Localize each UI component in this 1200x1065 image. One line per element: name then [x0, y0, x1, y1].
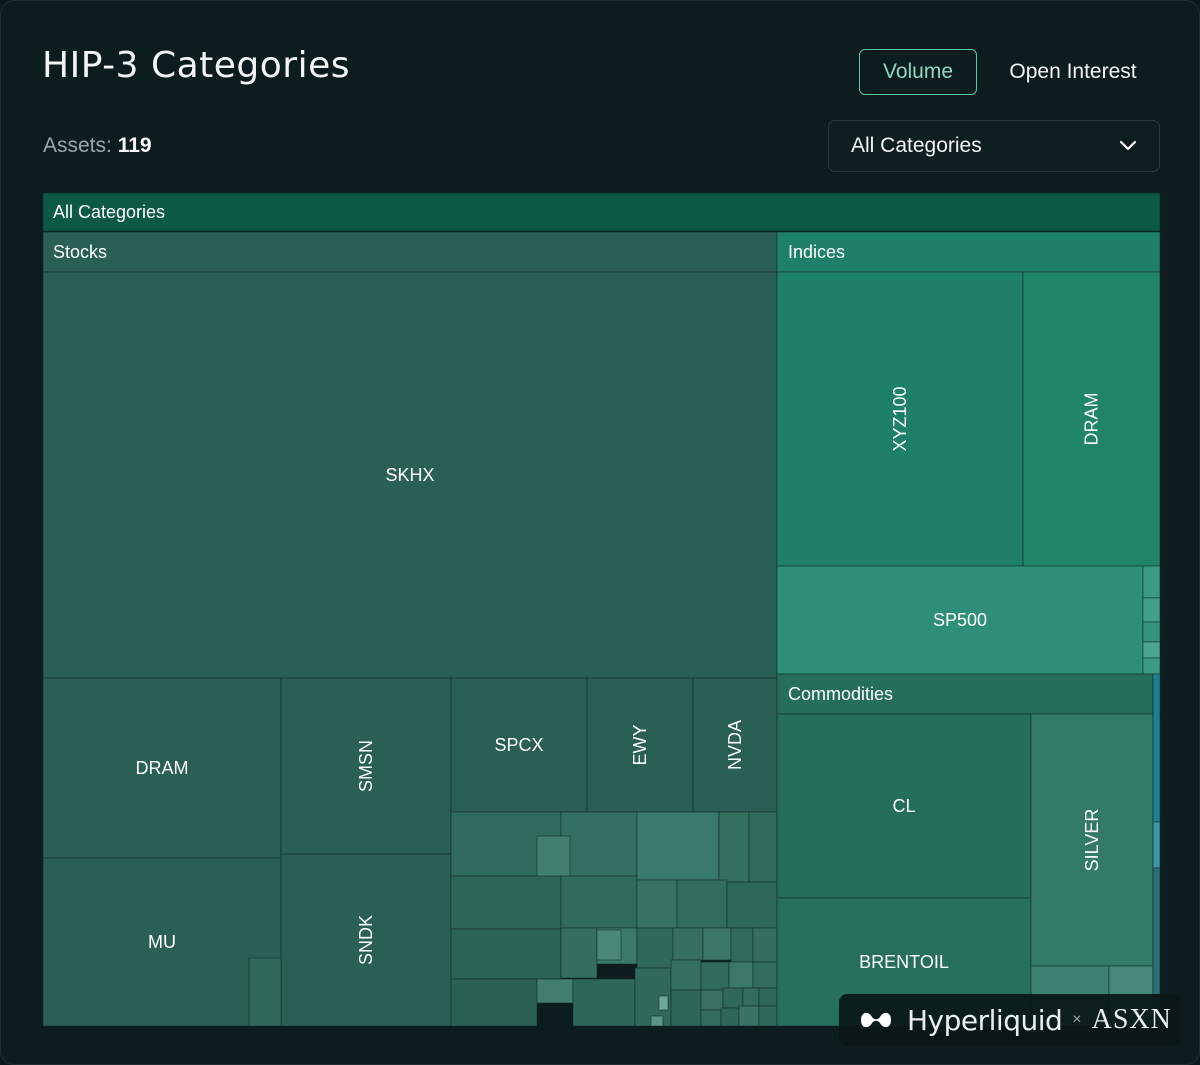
hip3-categories-card: HIP-3 Categories Volume Open Interest As…	[0, 0, 1200, 1065]
treemap-tile-stocks-mu-label: MU	[148, 932, 176, 952]
treemap-tile-stocks-nvda-label: NVDA	[725, 720, 745, 770]
watermark-separator: ×	[1072, 1011, 1082, 1028]
treemap-tile-stocks-small-6[interactable]	[450, 875, 562, 930]
treemap-tile-stocks-small-11[interactable]	[450, 928, 562, 980]
treemap-tile-stocks-small-39[interactable]	[248, 957, 282, 1027]
treemap-tile-indices-small-4[interactable]	[1142, 657, 1161, 675]
treemap-chart: All Categories Stocks SKHX DRAM MU SMSN SNDK SP…	[42, 192, 1161, 1027]
treemap-tile-stocks-small-35[interactable]	[738, 1005, 760, 1027]
treemap-tile-stocks-small-24[interactable]	[670, 959, 702, 991]
treemap-tile-stocks-dram-label: DRAM	[136, 758, 189, 778]
treemap-group-label-commodities: Commodities	[788, 684, 893, 704]
treemap-tile-stocks-small-36[interactable]	[758, 1005, 778, 1027]
treemap-tile-stocks-small-32[interactable]	[758, 987, 778, 1007]
treemap-tile-stocks-small-37[interactable]	[658, 995, 669, 1011]
treemap-tile-stocks-small-34[interactable]	[720, 1007, 740, 1027]
treemap-tile-stocks-small-10[interactable]	[726, 881, 778, 929]
treemap-tile-stocks-small-14[interactable]	[636, 927, 674, 969]
treemap-tile-stocks-spcx-label: SPCX	[494, 735, 543, 755]
treemap-tile-indices-sp500-label: SP500	[933, 610, 987, 630]
hyperliquid-logo-icon	[861, 1012, 891, 1028]
treemap-tile-stocks-small-38[interactable]	[650, 1015, 664, 1027]
treemap-tile-other-small-0[interactable]	[1152, 673, 1161, 823]
treemap-tile-stocks-small-2[interactable]	[636, 811, 720, 881]
treemap-tile-indices-xyz100-label: XYZ100	[890, 386, 910, 451]
watermark-asxn: ASXN	[1091, 1004, 1172, 1035]
treemap-tile-stocks-small-22[interactable]	[572, 978, 636, 1027]
treemap-tile-commodities-brentoil-label: BRENTOIL	[859, 952, 949, 972]
treemap-tile-stocks-small-19[interactable]	[596, 929, 622, 961]
treemap-group-header-stocks[interactable]	[42, 231, 778, 273]
treemap-tile-indices-small-0[interactable]	[1142, 565, 1161, 599]
treemap-tile-indices-dram-label: DRAM	[1082, 393, 1102, 446]
treemap-tile-stocks-small-12[interactable]	[560, 927, 598, 979]
watermark: Hyperliquid × ASXN	[839, 994, 1181, 1046]
treemap-tile-stocks-skhx-label: SKHX	[385, 465, 434, 485]
treemap-tile-stocks-small-31[interactable]	[742, 987, 760, 1007]
treemap-tile-stocks-small-1[interactable]	[560, 811, 638, 877]
treemap-tile-stocks-small-33[interactable]	[700, 1009, 722, 1027]
treemap-tile-stocks-small-30[interactable]	[722, 987, 744, 1009]
treemap-group-label-stocks: Stocks	[53, 242, 107, 262]
treemap-tile-stocks-ewy-label: EWY	[630, 724, 650, 765]
treemap-group-label-indices: Indices	[788, 242, 845, 262]
treemap-tile-stocks-small-9[interactable]	[676, 879, 728, 929]
treemap-tile-stocks-small-20[interactable]	[450, 978, 538, 1027]
treemap-tile-stocks-small-3[interactable]	[718, 811, 750, 883]
treemap-tile-stocks-small-8[interactable]	[636, 879, 678, 929]
treemap-tile-stocks-small-7[interactable]	[560, 875, 638, 929]
treemap-tile-indices-small-3[interactable]	[1142, 641, 1161, 659]
treemap-tile-stocks-small-15[interactable]	[672, 927, 704, 961]
treemap-tile-stocks-smsn-label: SMSN	[356, 740, 376, 792]
treemap-tile-stocks-small-29[interactable]	[700, 989, 724, 1011]
treemap-tile-stocks-small-28[interactable]	[670, 989, 702, 1027]
treemap-tile-indices-small-2[interactable]	[1142, 621, 1161, 643]
treemap-tile-commodities-cl-label: CL	[892, 796, 915, 816]
treemap-root-header[interactable]	[42, 192, 1161, 232]
watermark-hyperliquid: Hyperliquid	[907, 1003, 1063, 1037]
treemap-root-label: All Categories	[53, 202, 165, 222]
treemap-tile-stocks-small-25[interactable]	[700, 961, 730, 991]
treemap-tile-stocks-small-26[interactable]	[728, 961, 754, 989]
treemap-tile-indices-small-1[interactable]	[1142, 597, 1161, 623]
treemap-tile-stocks-small-4[interactable]	[748, 811, 778, 883]
treemap-tile-stocks-sndk-label: SNDK	[356, 915, 376, 965]
treemap-tile-commodities-silver-label: SILVER	[1082, 809, 1102, 872]
treemap-tile-stocks-small-16[interactable]	[702, 927, 732, 961]
treemap-tile-other-small-1[interactable]	[1152, 821, 1161, 869]
treemap-tile-stocks-small-27[interactable]	[752, 961, 778, 989]
treemap-tile-stocks-small-21[interactable]	[536, 978, 574, 1004]
treemap-tile-stocks-small-18[interactable]	[752, 927, 778, 963]
treemap-tile-stocks-small-17[interactable]	[730, 927, 754, 963]
